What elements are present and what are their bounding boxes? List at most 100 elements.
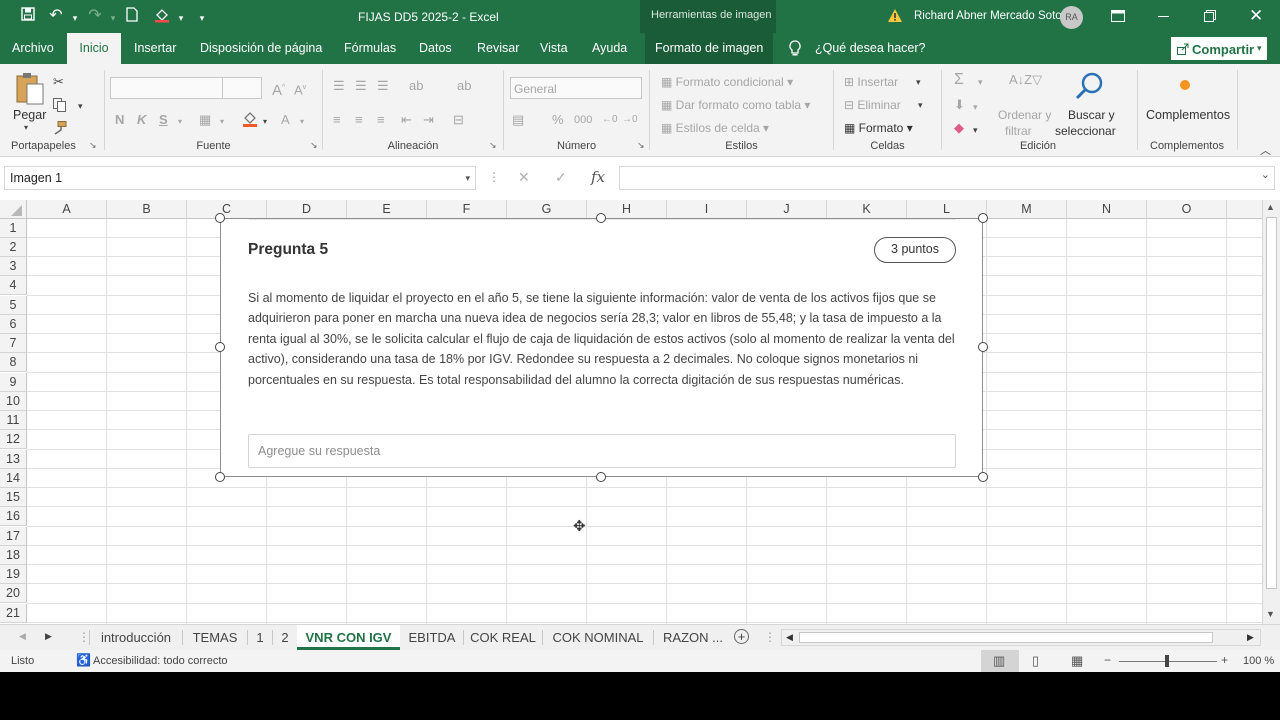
tell-me-search[interactable]: ¿Qué desea hacer?: [815, 41, 926, 55]
addins-button[interactable]: Complementos: [1146, 108, 1230, 122]
minimize-icon[interactable]: [1158, 16, 1169, 17]
column-header[interactable]: [1227, 200, 1262, 219]
zoom-out-icon[interactable]: −: [1104, 653, 1111, 667]
customize-qat-icon[interactable]: ▾: [193, 9, 211, 27]
insert-dropdown-icon[interactable]: ▾: [916, 74, 921, 90]
row-header[interactable]: 6: [0, 315, 27, 334]
name-box-dropdown-icon[interactable]: ▾: [465, 167, 470, 189]
undo-dropdown-icon[interactable]: ▾: [66, 9, 84, 27]
column-header[interactable]: G: [507, 200, 587, 219]
horizontal-scrollbar[interactable]: ◀ ▶: [781, 629, 1261, 646]
row-header[interactable]: 16: [0, 507, 27, 526]
column-header[interactable]: D: [267, 200, 347, 219]
clipboard-launcher-icon[interactable]: ↘: [89, 140, 97, 151]
name-box[interactable]: Imagen 1 ▾: [4, 166, 476, 190]
row-header[interactable]: 21: [0, 604, 27, 623]
undo-icon[interactable]: ↶: [47, 7, 65, 25]
font-launcher-icon[interactable]: ↘: [310, 140, 318, 151]
column-header[interactable]: O: [1147, 200, 1227, 219]
tab-revisar[interactable]: Revisar: [467, 33, 529, 64]
fill-color-icon[interactable]: [242, 111, 258, 132]
sheet-tab-ebitda[interactable]: EBITDA: [401, 625, 463, 650]
copy-icon[interactable]: [53, 98, 67, 116]
row-header[interactable]: 18: [0, 546, 27, 565]
vertical-scroll-thumb[interactable]: [1266, 217, 1277, 589]
horizontal-scroll-thumb[interactable]: [799, 632, 1213, 643]
column-header[interactable]: C: [187, 200, 267, 219]
sheet-tab-temas[interactable]: TEMAS: [183, 625, 247, 650]
fill-color-dropdown-icon[interactable]: ▾: [263, 114, 267, 130]
row-header[interactable]: 14: [0, 469, 27, 488]
sheet-tab-1[interactable]: 1: [248, 625, 272, 650]
new-sheet-icon[interactable]: +: [734, 629, 749, 644]
zoom-level[interactable]: 100 %: [1243, 655, 1274, 667]
paint-bucket-icon[interactable]: [153, 7, 171, 28]
resize-handle[interactable]: [978, 342, 988, 352]
row-header[interactable]: 1: [0, 219, 27, 238]
find-select-label-1[interactable]: Buscar y: [1068, 108, 1115, 122]
row-header[interactable]: 20: [0, 584, 27, 603]
tab-insertar[interactable]: Insertar: [124, 33, 186, 64]
zoom-in-icon[interactable]: +: [1221, 653, 1228, 667]
resize-handle[interactable]: [215, 342, 225, 352]
resize-handle[interactable]: [978, 213, 988, 223]
normal-view-button[interactable]: ▥: [981, 650, 1019, 672]
resize-handle[interactable]: [215, 472, 225, 482]
scroll-up-icon[interactable]: ▲: [1266, 202, 1275, 212]
sheet-tab-introduccion[interactable]: introducción: [90, 625, 182, 650]
accessibility-status[interactable]: Accesibilidad: todo correcto: [93, 655, 228, 667]
paste-button[interactable]: Pegar ▾: [8, 70, 48, 134]
row-header[interactable]: 12: [0, 430, 27, 449]
accessibility-icon[interactable]: ♿: [76, 653, 91, 667]
tab-formulas[interactable]: Fórmulas: [334, 33, 406, 64]
resize-handle[interactable]: [215, 213, 225, 223]
share-button[interactable]: Compartir ▾: [1171, 37, 1267, 60]
find-select-label-2[interactable]: seleccionar: [1055, 124, 1116, 138]
vertical-scrollbar[interactable]: ▲ ▼: [1262, 200, 1280, 624]
avatar[interactable]: RA: [1060, 6, 1083, 29]
user-name[interactable]: Richard Abner Mercado Soto: [914, 10, 1062, 22]
warning-icon[interactable]: [887, 8, 903, 26]
row-header[interactable]: 9: [0, 373, 27, 392]
sheet-tab-cok-real[interactable]: COK REAL: [464, 625, 542, 650]
ribbon-display-options-icon[interactable]: [1111, 10, 1125, 25]
addins-icon[interactable]: [1180, 80, 1190, 90]
row-header[interactable]: 15: [0, 488, 27, 507]
clear-icon[interactable]: ◆: [954, 120, 964, 136]
answer-input[interactable]: Agregue su respuesta: [248, 434, 956, 468]
close-icon[interactable]: ✕: [1249, 6, 1263, 26]
row-header[interactable]: 13: [0, 450, 27, 469]
next-sheet-icon[interactable]: ▶: [45, 631, 52, 642]
row-header[interactable]: 11: [0, 411, 27, 430]
copy-dropdown-icon[interactable]: ▾: [78, 98, 83, 114]
row-header[interactable]: 4: [0, 276, 27, 295]
column-header[interactable]: L: [907, 200, 987, 219]
resize-handle[interactable]: [978, 472, 988, 482]
page-layout-icon[interactable]: ▯: [1032, 653, 1039, 669]
zoom-slider-thumb[interactable]: [1165, 655, 1169, 667]
expand-formula-icon[interactable]: ⌄: [1261, 168, 1270, 181]
alignment-launcher-icon[interactable]: ↘: [489, 140, 497, 151]
column-header[interactable]: A: [27, 200, 107, 219]
tab-archivo[interactable]: Archivo: [2, 33, 64, 64]
column-header[interactable]: J: [747, 200, 827, 219]
row-header[interactable]: 8: [0, 353, 27, 372]
tab-ayuda[interactable]: Ayuda: [582, 33, 637, 64]
clear-dropdown-icon[interactable]: ▾: [973, 122, 978, 138]
collapse-ribbon-icon[interactable]: ︿: [1260, 142, 1271, 158]
tab-disposicion[interactable]: Disposición de página: [190, 33, 332, 64]
save-icon[interactable]: [19, 7, 37, 26]
resize-handle[interactable]: [596, 472, 606, 482]
sheet-tab-razon[interactable]: RAZON ...: [654, 625, 732, 650]
resize-handle[interactable]: [596, 213, 606, 223]
row-header[interactable]: 10: [0, 392, 27, 411]
tabs-splitter-grip[interactable]: ⋮: [764, 630, 776, 644]
column-header[interactable]: M: [987, 200, 1067, 219]
inserted-image[interactable]: Pregunta 5 3 puntos Si al momento de liq…: [220, 218, 983, 477]
row-header[interactable]: 17: [0, 527, 27, 546]
format-painter-icon[interactable]: [53, 121, 67, 139]
row-header[interactable]: 3: [0, 257, 27, 276]
select-all-corner[interactable]: [0, 200, 27, 219]
scroll-left-icon[interactable]: ◀: [786, 632, 793, 643]
tab-datos[interactable]: Datos: [409, 33, 462, 64]
